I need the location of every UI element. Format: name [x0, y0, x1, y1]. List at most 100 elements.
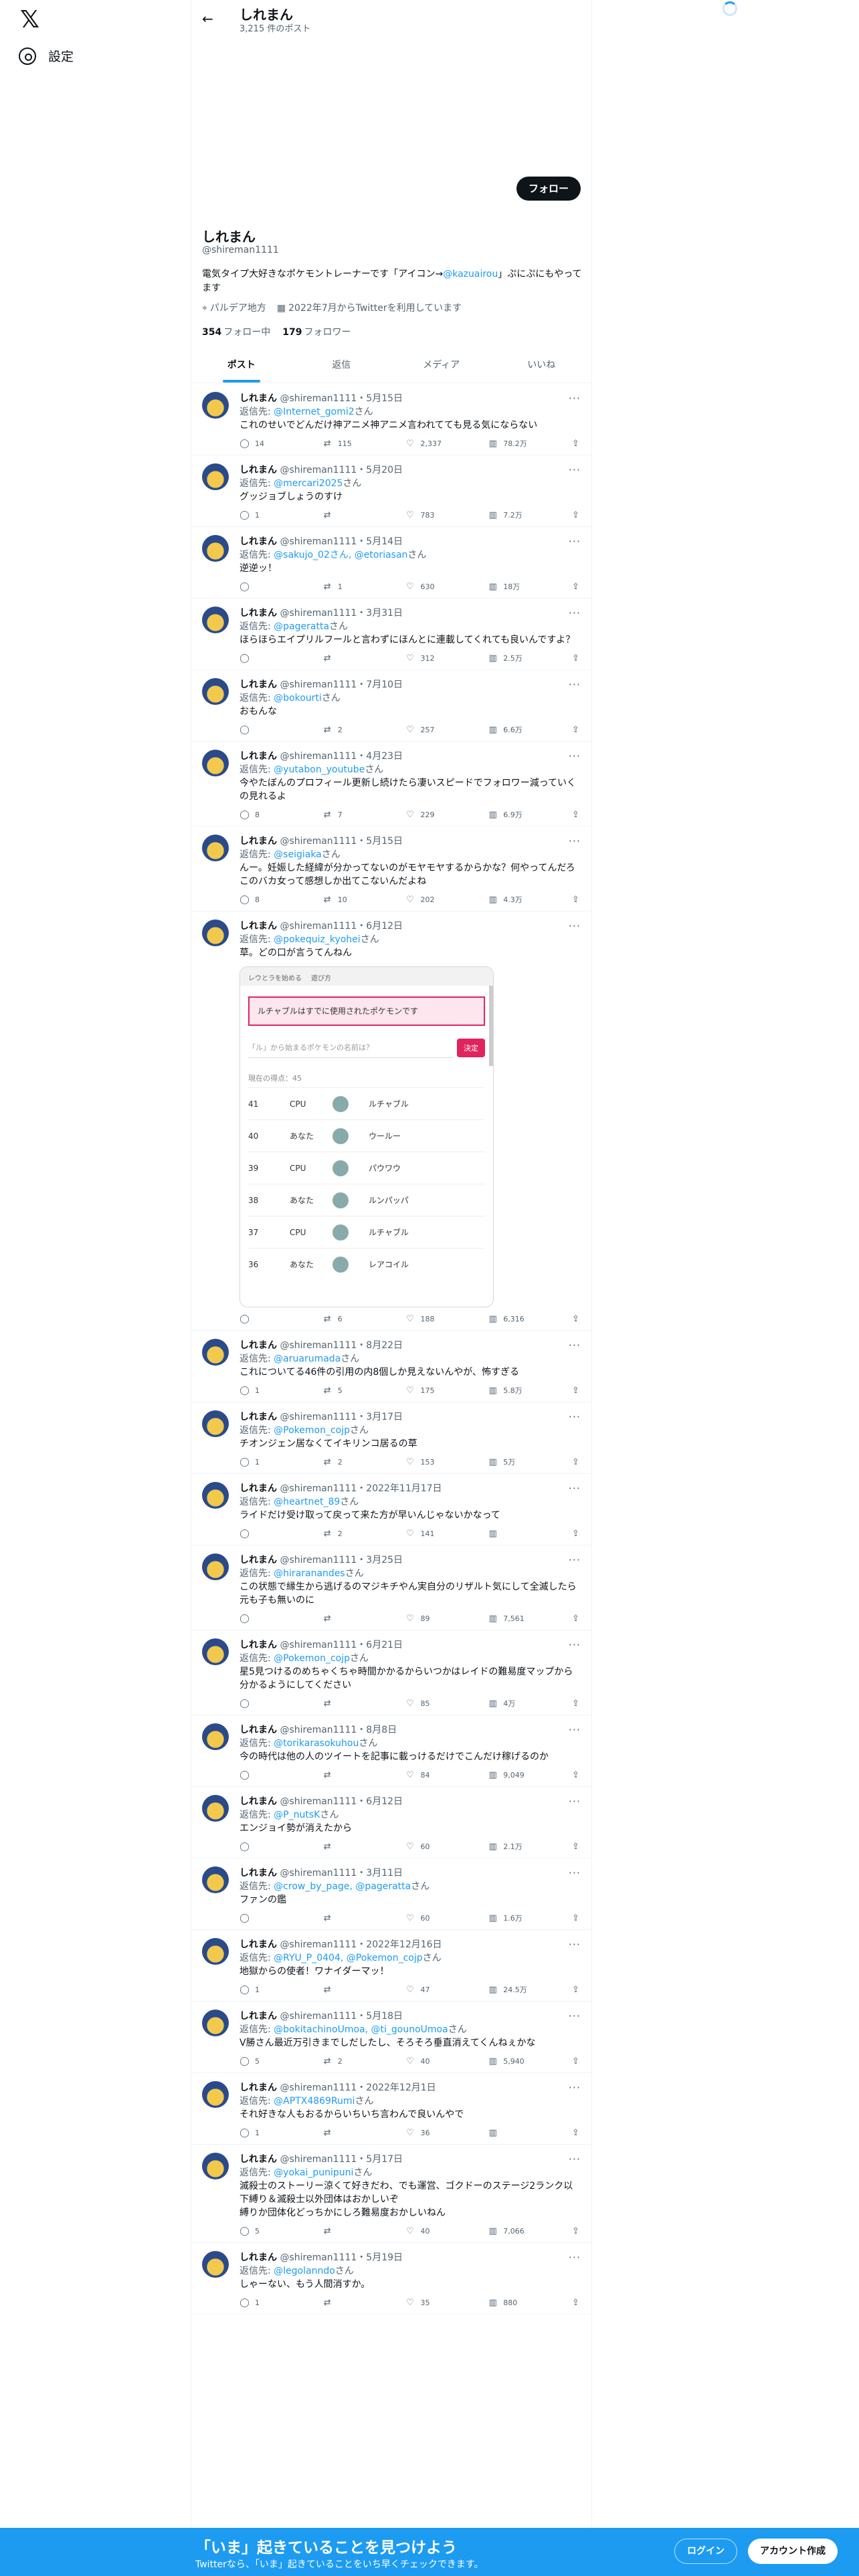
- views-button[interactable]: ▥: [488, 1529, 571, 1539]
- tweet[interactable]: ··· しれまん @shireman1111・8月8日 返信先: @torikara…: [191, 1715, 591, 1787]
- like-button[interactable]: ♡ 85: [405, 1699, 488, 1709]
- tweet[interactable]: ··· しれまん @shireman1111・5月14日 返信先: @sakujo_…: [191, 527, 591, 599]
- x-logo-icon[interactable]: 𝕏: [20, 8, 44, 32]
- retweet-button[interactable]: ⇄ 2: [322, 725, 405, 735]
- share-button[interactable]: ⇪: [571, 1386, 581, 1396]
- reply-button[interactable]: ◯ 1: [240, 2128, 322, 2138]
- reply-mention[interactable]: @yutabon_youtube: [274, 764, 365, 775]
- views-button[interactable]: ▥ 7,561: [488, 1614, 571, 1624]
- reply-mention[interactable]: @bokourti: [274, 693, 322, 704]
- tweet[interactable]: ··· しれまん @shireman1111・5月20日 返信先: @mercari…: [191, 455, 591, 527]
- tweet-meta[interactable]: @shireman1111・6月12日: [280, 921, 403, 932]
- reply-mention[interactable]: @aruarumada: [274, 1354, 341, 1364]
- views-button[interactable]: ▥ 24.5万: [488, 1984, 571, 1995]
- reply-mention[interactable]: @seigiaka: [274, 849, 322, 860]
- more-icon[interactable]: ···: [569, 1410, 581, 1423]
- tweet[interactable]: ··· しれまん @shireman1111・3月25日 返信先: @hiraran…: [191, 1545, 591, 1630]
- tab-media[interactable]: メディア: [391, 348, 492, 383]
- views-button[interactable]: ▥: [488, 2128, 571, 2138]
- retweet-button[interactable]: ⇄ 6: [322, 1314, 405, 1324]
- views-button[interactable]: ▥ 7,066: [488, 2226, 571, 2236]
- like-button[interactable]: ♡ 2,337: [405, 439, 488, 449]
- more-icon[interactable]: ···: [569, 1938, 581, 1951]
- tweet[interactable]: ··· しれまん @shireman1111・6月21日 返信先: @Pokemon…: [191, 1630, 591, 1715]
- retweet-button[interactable]: ⇄ 1: [322, 582, 405, 592]
- tweet-author[interactable]: しれまん: [240, 1483, 277, 1494]
- like-button[interactable]: ♡ 257: [405, 725, 488, 735]
- more-icon[interactable]: ···: [569, 835, 581, 847]
- more-icon[interactable]: ···: [569, 2251, 581, 2264]
- share-button[interactable]: ⇪: [571, 810, 581, 820]
- retweet-button[interactable]: ⇄ 115: [322, 439, 405, 449]
- tweet-author[interactable]: しれまん: [240, 1939, 277, 1950]
- reply-mention[interactable]: @heartnet_89: [274, 1497, 340, 1507]
- tweet[interactable]: ··· しれまん @shireman1111・3月31日 返信先: @pagerat…: [191, 599, 591, 670]
- share-button[interactable]: ⇪: [571, 1985, 581, 1995]
- retweet-button[interactable]: ⇄: [322, 2128, 405, 2138]
- reply-button[interactable]: ◯: [240, 725, 322, 735]
- views-button[interactable]: ▥ 5万: [488, 1457, 571, 1467]
- views-button[interactable]: ▥ 7.2万: [488, 510, 571, 520]
- tweet-meta[interactable]: @shireman1111・8月8日: [280, 1725, 397, 1735]
- like-button[interactable]: ♡ 312: [405, 653, 488, 663]
- following-link[interactable]: 354 フォロー中: [202, 325, 270, 338]
- tweet-meta[interactable]: @shireman1111・3月25日: [280, 1555, 403, 1566]
- reply-mention[interactable]: @Internet_gomi2: [274, 407, 354, 417]
- reply-mention[interactable]: @torikarasokuhou: [274, 1738, 359, 1749]
- tweet-meta[interactable]: @shireman1111・3月17日: [280, 1412, 403, 1422]
- tweet-meta[interactable]: @shireman1111・4月23日: [280, 751, 403, 762]
- reply-mention[interactable]: @APTX4869Rumi: [274, 2096, 355, 2107]
- reply-mention[interactable]: @crow_by_page, @pageratta: [274, 1881, 411, 1892]
- more-icon[interactable]: ···: [569, 1638, 581, 1651]
- tweet-author[interactable]: しれまん: [240, 2252, 277, 2263]
- share-button[interactable]: ⇪: [571, 2056, 581, 2066]
- bio-mention-link[interactable]: @kazuairou: [443, 269, 498, 280]
- reply-mention[interactable]: @Pokemon_cojp: [274, 1653, 350, 1664]
- tweet-meta[interactable]: @shireman1111・8月22日: [280, 1340, 403, 1351]
- reply-button[interactable]: ◯: [240, 582, 322, 592]
- more-icon[interactable]: ···: [569, 2153, 581, 2165]
- views-button[interactable]: ▥ 78.2万: [488, 438, 571, 449]
- reply-button[interactable]: ◯ 5: [240, 2056, 322, 2066]
- views-button[interactable]: ▥ 6.9万: [488, 809, 571, 820]
- reply-button[interactable]: ◯: [240, 1614, 322, 1624]
- reply-mention[interactable]: @sakujo_02さん, @etoriasan: [274, 550, 407, 560]
- like-button[interactable]: ♡ 89: [405, 1614, 488, 1624]
- retweet-button[interactable]: ⇄: [322, 2298, 405, 2308]
- more-icon[interactable]: ···: [569, 463, 581, 476]
- share-button[interactable]: ⇪: [571, 653, 581, 663]
- tweet-meta[interactable]: @shireman1111・3月31日: [280, 608, 403, 619]
- avatar[interactable]: [202, 835, 229, 861]
- more-icon[interactable]: ···: [569, 1339, 581, 1352]
- tweet-meta[interactable]: @shireman1111・5月20日: [280, 465, 403, 475]
- like-button[interactable]: ♡ 153: [405, 1457, 488, 1467]
- tweet-meta[interactable]: @shireman1111・5月18日: [280, 2011, 403, 2022]
- tweet[interactable]: ··· しれまん @shireman1111・6月12日 返信先: @pokequi…: [191, 911, 591, 1331]
- tweet-meta[interactable]: @shireman1111・7月10日: [280, 679, 403, 690]
- more-icon[interactable]: ···: [569, 1482, 581, 1495]
- like-button[interactable]: ♡ 60: [405, 1913, 488, 1923]
- reply-mention[interactable]: @P_nutsK: [274, 1810, 320, 1820]
- avatar[interactable]: [202, 1638, 229, 1665]
- share-button[interactable]: ⇪: [571, 439, 581, 449]
- follow-button[interactable]: フォロー: [516, 177, 581, 201]
- signup-button[interactable]: アカウント作成: [748, 2539, 838, 2564]
- tweet[interactable]: ··· しれまん @shireman1111・5月19日 返信先: @legolan…: [191, 2243, 591, 2315]
- like-button[interactable]: ♡ 188: [405, 1314, 488, 1324]
- reply-mention[interactable]: @RYU_P_0404, @Pokemon_cojp: [274, 1953, 422, 1963]
- tweet-meta[interactable]: @shireman1111・3月11日: [280, 1868, 403, 1879]
- avatar[interactable]: [202, 2251, 229, 2278]
- avatar[interactable]: [202, 1482, 229, 1509]
- reply-mention[interactable]: @bokitachinoUmoa, @ti_gounoUmoa: [274, 2024, 448, 2035]
- more-icon[interactable]: ···: [569, 607, 581, 619]
- tweet-author[interactable]: しれまん: [240, 921, 277, 932]
- like-button[interactable]: ♡ 40: [405, 2056, 488, 2066]
- tweet-author[interactable]: しれまん: [240, 1340, 277, 1351]
- more-icon[interactable]: ···: [569, 750, 581, 762]
- share-button[interactable]: ⇪: [571, 2128, 581, 2138]
- share-button[interactable]: ⇪: [571, 2226, 581, 2236]
- views-button[interactable]: ▥ 6,316: [488, 1314, 571, 1324]
- like-button[interactable]: ♡ 141: [405, 1529, 488, 1539]
- like-button[interactable]: ♡ 35: [405, 2298, 488, 2308]
- back-arrow-icon[interactable]: ←: [202, 11, 213, 27]
